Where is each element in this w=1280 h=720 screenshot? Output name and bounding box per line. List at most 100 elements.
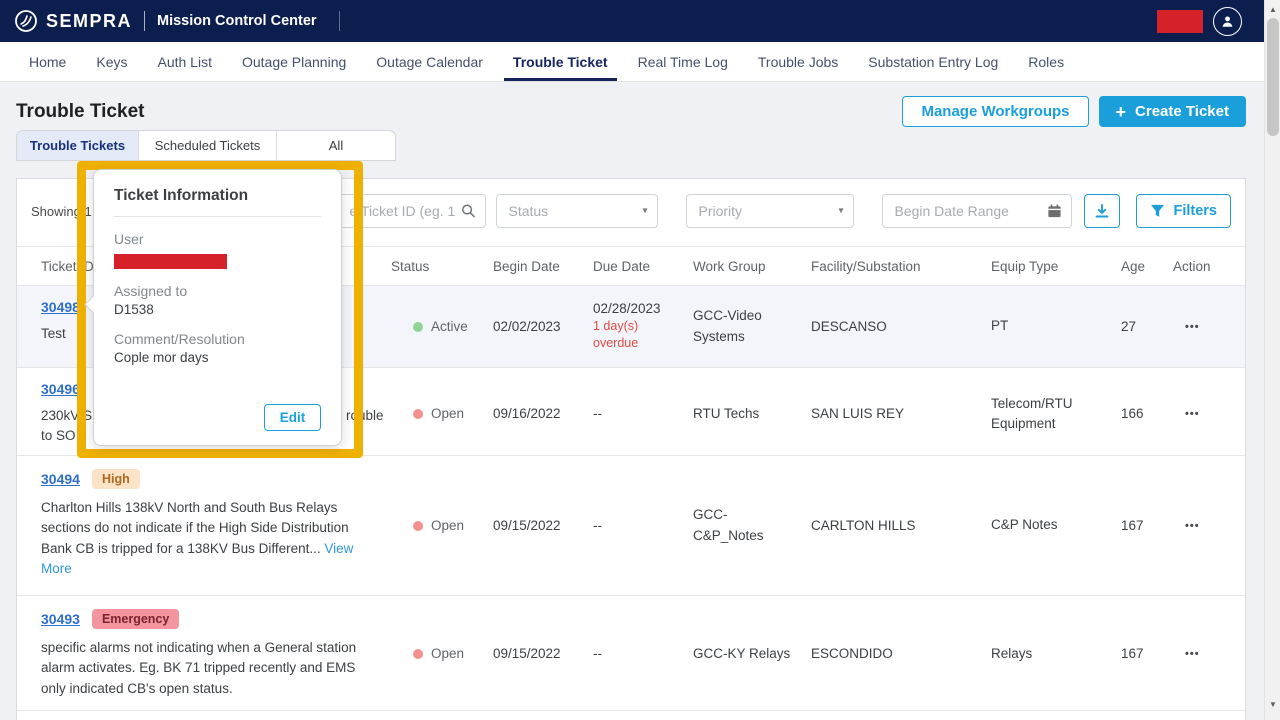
ticket-view-tabs: Trouble Tickets Scheduled Tickets All xyxy=(16,130,396,161)
age-cell: 167 xyxy=(1115,456,1167,595)
filters-label: Filters xyxy=(1173,203,1217,219)
topbar-separator xyxy=(339,11,340,31)
create-ticket-button[interactable]: + Create Ticket xyxy=(1099,96,1246,127)
begin-date-cell: 02/02/2023 xyxy=(487,286,587,367)
table-row: 30493 Emergency specific alarms not indi… xyxy=(17,596,1245,711)
equip-type-cell: PT xyxy=(985,286,1115,367)
facility-cell: CARLTON HILLS xyxy=(805,456,985,595)
app-title: Mission Control Center xyxy=(157,13,317,29)
status-open-dot-icon xyxy=(413,521,423,531)
export-download-button[interactable] xyxy=(1084,194,1120,228)
equip-type-cell: Relays xyxy=(985,596,1115,712)
status-cell: Open xyxy=(385,368,487,460)
edit-button[interactable]: Edit xyxy=(264,404,321,431)
plus-icon: + xyxy=(1116,103,1127,121)
popup-footer: Edit xyxy=(114,404,321,431)
status-cell: Open xyxy=(385,596,487,712)
begin-date-range-value: Begin Date Range xyxy=(883,203,1008,219)
priority-badge: High xyxy=(92,469,140,489)
facility-cell: SAN LUIS REY xyxy=(805,368,985,460)
vertical-scrollbar[interactable]: ▲ ▼ xyxy=(1264,0,1280,720)
nav-item-trouble-ticket[interactable]: Trouble Ticket xyxy=(498,42,623,81)
page-header: Trouble Ticket Manage Workgroups + Creat… xyxy=(16,96,1246,127)
col-header-status: Status xyxy=(385,247,487,285)
due-date-text: 02/28/2023 xyxy=(593,301,661,316)
tab-all[interactable]: All xyxy=(277,131,395,160)
ticket-link[interactable]: 30493 xyxy=(41,611,80,627)
nav-item-roles[interactable]: Roles xyxy=(1013,42,1079,81)
description-text: Charlton Hills 138kV North and South Bus… xyxy=(41,500,349,556)
status-cell: Open xyxy=(385,456,487,595)
nav-item-auth-list[interactable]: Auth List xyxy=(142,42,226,81)
status-select[interactable]: Status ▾ xyxy=(496,194,658,228)
ticket-link[interactable]: 30498 xyxy=(41,299,80,315)
topbar-separator xyxy=(144,11,145,31)
user-avatar-button[interactable] xyxy=(1213,7,1242,36)
col-header-action: Action xyxy=(1167,247,1219,285)
ticket-description: specific alarms not indicating when a Ge… xyxy=(41,638,373,699)
row-actions-icon[interactable]: ••• xyxy=(1173,321,1200,333)
row-actions-icon[interactable]: ••• xyxy=(1173,648,1200,660)
ticket-search-field xyxy=(338,194,486,228)
ticket-cell: 30494 High Charlton Hills 138kV North an… xyxy=(17,456,385,595)
facility-cell: DESCANSO xyxy=(805,286,985,367)
search-icon xyxy=(461,204,476,219)
age-cell: 167 xyxy=(1115,596,1167,712)
calendar-icon xyxy=(1047,204,1062,219)
description-fragment: to SO xyxy=(41,426,92,446)
status-open-dot-icon xyxy=(413,649,423,659)
table-row: 30494 High Charlton Hills 138kV North an… xyxy=(17,456,1245,596)
user-label: User xyxy=(114,231,321,247)
status-text: Open xyxy=(431,518,464,533)
ticket-description: Charlton Hills 138kV North and South Bus… xyxy=(41,498,373,579)
nav-item-outage-calendar[interactable]: Outage Calendar xyxy=(361,42,498,81)
ticket-cell: 30493 Emergency specific alarms not indi… xyxy=(17,596,385,712)
action-cell: ••• xyxy=(1167,368,1219,460)
comment-resolution-label: Comment/Resolution xyxy=(114,331,321,347)
page-title: Trouble Ticket xyxy=(16,101,144,123)
nav-item-keys[interactable]: Keys xyxy=(81,42,142,81)
brand-name: SEMPRA xyxy=(46,11,132,32)
priority-select-value: Priority xyxy=(687,203,742,219)
action-cell: ••• xyxy=(1167,286,1219,367)
begin-date-range-field[interactable]: Begin Date Range xyxy=(882,194,1072,228)
comment-resolution-value: Cople mor days xyxy=(114,350,321,365)
nav-item-substation-entry-log[interactable]: Substation Entry Log xyxy=(853,42,1013,81)
age-cell: 166 xyxy=(1115,368,1167,460)
status-text: Active xyxy=(431,319,468,334)
col-header-work-group: Work Group xyxy=(687,247,805,285)
tab-trouble-tickets[interactable]: Trouble Tickets xyxy=(17,131,139,160)
filters-button[interactable]: Filters xyxy=(1136,194,1231,228)
scroll-up-icon[interactable]: ▲ xyxy=(1265,1,1280,17)
create-ticket-label: Create Ticket xyxy=(1135,103,1229,120)
row-actions-icon[interactable]: ••• xyxy=(1173,520,1200,532)
assigned-to-label: Assigned to xyxy=(114,283,321,299)
nav-item-trouble-jobs[interactable]: Trouble Jobs xyxy=(743,42,853,81)
assigned-to-value: D1538 xyxy=(114,302,321,317)
tab-scheduled-tickets[interactable]: Scheduled Tickets xyxy=(139,131,277,160)
person-icon xyxy=(1220,14,1235,29)
manage-workgroups-button[interactable]: Manage Workgroups xyxy=(902,96,1088,127)
priority-select[interactable]: Priority ▾ xyxy=(686,194,854,228)
col-header-age: Age xyxy=(1115,247,1167,285)
status-select-value: Status xyxy=(497,203,548,219)
nav-item-real-time-log[interactable]: Real Time Log xyxy=(623,42,743,81)
app-window: SEMPRA Mission Control Center Home Keys … xyxy=(0,0,1280,720)
status-text: Open xyxy=(431,646,464,661)
showing-count-text: Showing 1 - xyxy=(31,204,100,219)
sempra-logo-icon xyxy=(14,9,38,33)
ticket-link[interactable]: 30496 xyxy=(41,381,80,397)
scrollbar-thumb[interactable] xyxy=(1267,18,1279,136)
scroll-down-icon[interactable]: ▼ xyxy=(1265,696,1280,712)
due-date-cell: -- xyxy=(587,456,687,595)
priority-badge: Emergency xyxy=(92,609,179,629)
username-redaction xyxy=(1157,10,1203,33)
nav-item-outage-planning[interactable]: Outage Planning xyxy=(227,42,361,81)
equip-type-cell: C&P Notes xyxy=(985,456,1115,595)
manage-workgroups-label: Manage Workgroups xyxy=(921,103,1069,120)
nav-item-home[interactable]: Home xyxy=(14,42,81,81)
col-header-facility: Facility/Substation xyxy=(805,247,985,285)
ticket-link[interactable]: 30494 xyxy=(41,471,80,487)
topbar-right xyxy=(1157,7,1242,36)
row-actions-icon[interactable]: ••• xyxy=(1173,408,1200,420)
